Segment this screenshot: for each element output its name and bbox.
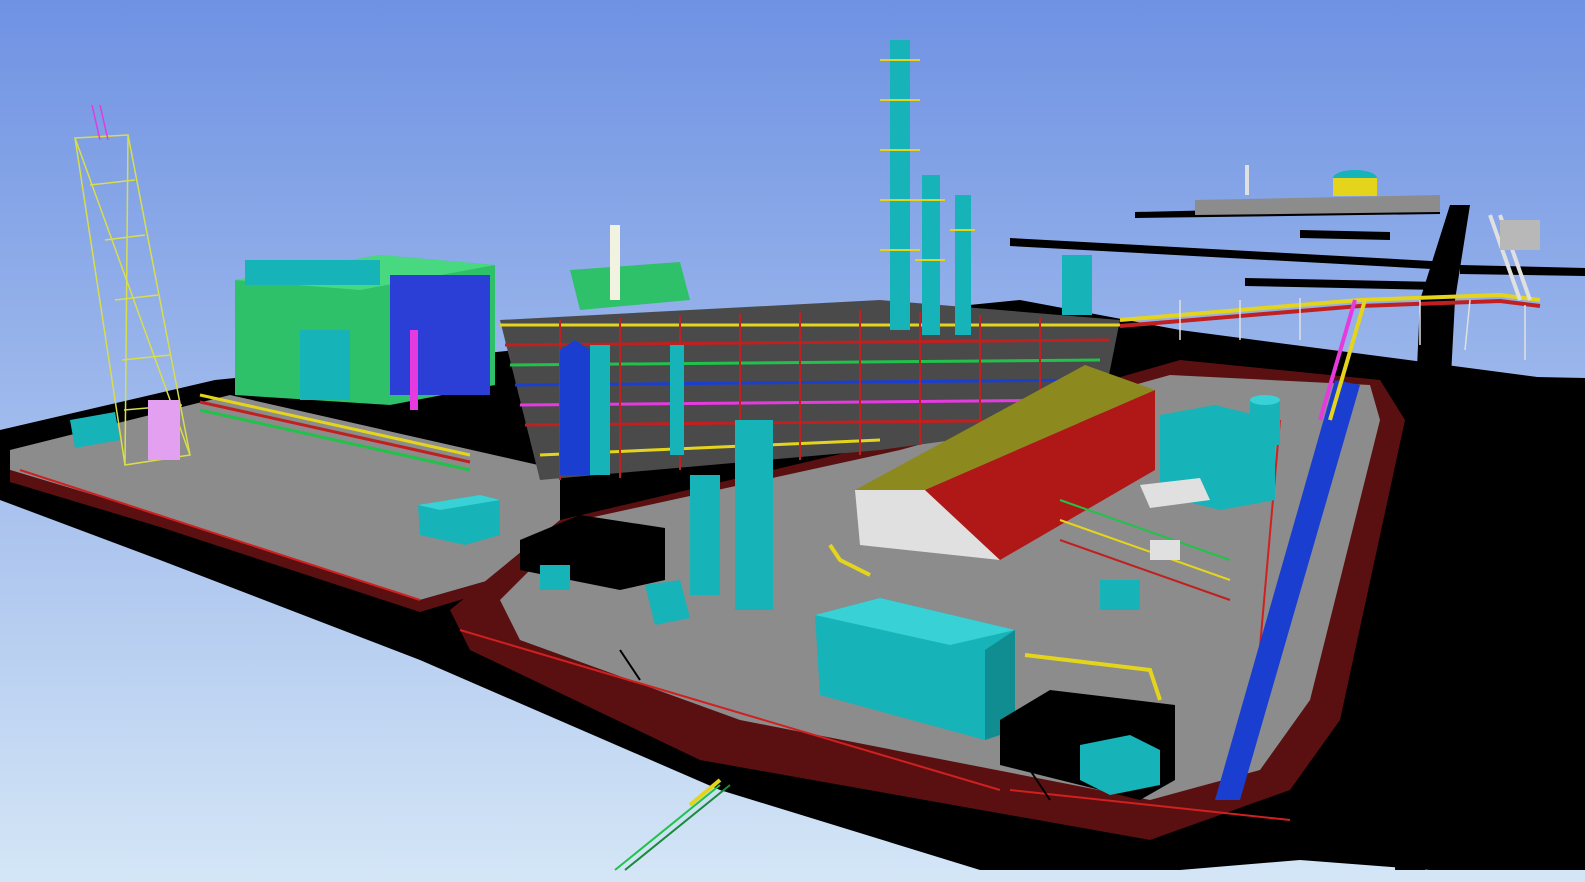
reactor-vessel [560,340,590,475]
transformer-box [1080,735,1160,795]
plant-model-scene [0,0,1585,882]
flare-knockout-drum [148,400,180,460]
boiler-house [235,255,495,410]
shelter-cabinet [540,565,570,590]
